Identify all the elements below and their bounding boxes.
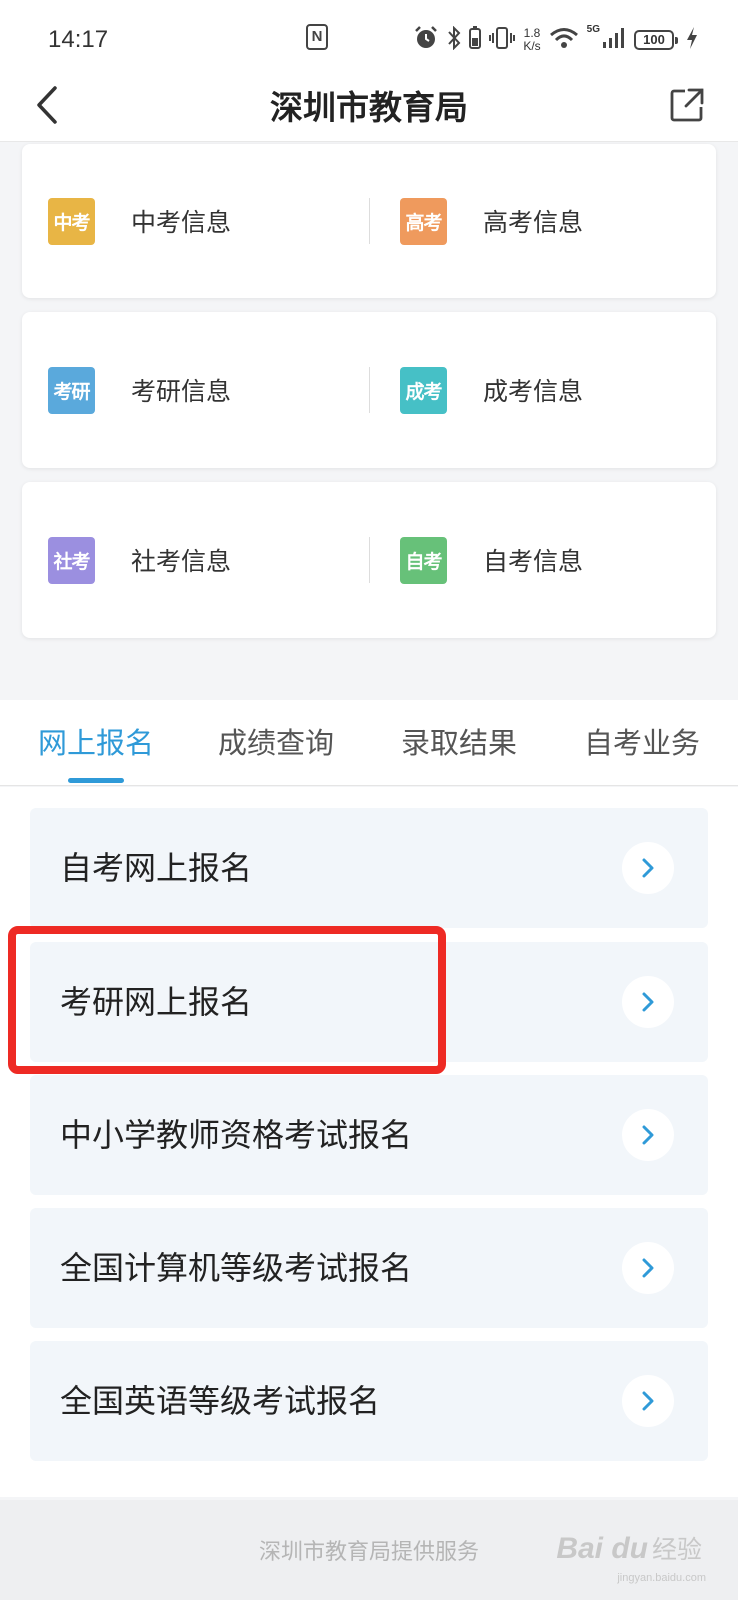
alarm-icon [413,25,439,55]
vibrate-icon [489,26,516,54]
card-divider [369,537,370,583]
watermark-cn: 经验 [651,1535,702,1564]
share-icon [669,87,705,127]
wifi-icon [549,26,579,54]
title-bar: 深圳市教育局 [0,80,738,142]
network-gen: 5G [586,24,600,35]
tab-online-registration[interactable]: 网上报名 [38,700,154,786]
tab-score-query[interactable]: 成绩查询 [218,700,334,786]
highlight-annotation-box [8,926,446,1074]
info-card-label: 考研信息 [131,377,232,406]
info-card-label: 中考信息 [131,208,232,237]
info-card-chengkao[interactable]: 成考 成考信息 [400,312,730,468]
info-card-row-1: 中考 中考信息 高考 高考信息 [22,144,716,298]
tab-self-study-exam[interactable]: 自考业务 [584,700,700,786]
shekao-badge-icon: 社考 [48,536,95,584]
list-item-teacher-qualification-registration[interactable]: 中小学教师资格考试报名 [30,1075,708,1195]
status-bar: 14:17 N 1.8 K/s 5G 100 [0,0,738,80]
registration-list: 自考网上报名 考研网上报名 中小学教师资格考试报名 全国计算机等级考试报名 全国… [0,787,738,1497]
page-title: 深圳市教育局 [270,88,468,127]
tab-bar: 网上报名 成绩查询 录取结果 自考业务 [0,700,738,786]
status-time: 14:17 [48,26,109,53]
list-item-label: 全国英语等级考试报名 [60,1382,381,1420]
list-item-zikao-registration[interactable]: 自考网上报名 [30,808,708,928]
chevron-right-icon [622,976,674,1028]
footer: 深圳市教育局提供服务 Bai du 经验 jingyan.baidu.com [0,1500,738,1600]
battery-saver-icon [469,26,482,54]
list-item-computer-rank-registration[interactable]: 全国计算机等级考试报名 [30,1208,708,1328]
info-card-zikao[interactable]: 自考 自考信息 [400,482,730,638]
info-card-label: 自考信息 [483,547,584,576]
nfc-icon: N [306,24,328,50]
info-card-row-2: 考研 考研信息 成考 成考信息 [22,312,716,468]
status-icons: 1.8 K/s 5G 100 [413,22,698,58]
bluetooth-icon [447,25,461,54]
kaoyan-badge-icon: 考研 [48,366,95,414]
list-item-label: 中小学教师资格考试报名 [60,1116,413,1154]
info-card-label: 社考信息 [131,547,232,576]
chevron-right-icon [622,1375,674,1427]
zhongkao-badge-icon: 中考 [48,197,95,245]
tab-active-indicator [68,778,124,783]
battery-icon: 100 [634,30,678,50]
charging-icon [686,26,698,54]
net-speed-unit: K/s [523,39,541,53]
gaokao-badge-icon: 高考 [400,197,447,245]
info-card-row-3: 社考 社考信息 自考 自考信息 [22,482,716,638]
card-divider [369,198,370,244]
list-item-label: 自考网上报名 [60,849,253,887]
info-card-label: 成考信息 [483,377,584,406]
signal-icon [602,26,626,54]
chengkao-badge-icon: 成考 [400,366,447,414]
watermark-brand: Bai du [556,1532,648,1565]
tab-admission-result[interactable]: 录取结果 [401,700,517,786]
info-card-shekao[interactable]: 社考 社考信息 [48,482,378,638]
info-card-label: 高考信息 [483,208,584,237]
list-item-english-rank-registration[interactable]: 全国英语等级考试报名 [30,1341,708,1461]
chevron-right-icon [622,842,674,894]
list-item-label: 全国计算机等级考试报名 [60,1249,413,1287]
info-card-gaokao[interactable]: 高考 高考信息 [400,144,730,298]
baidu-jingyan-watermark: Bai du 经验 [556,1530,702,1566]
info-card-kaoyan[interactable]: 考研 考研信息 [48,312,378,468]
share-button[interactable] [662,82,712,132]
zikao-badge-icon: 自考 [400,536,447,584]
info-card-zhongkao[interactable]: 中考 中考信息 [48,144,378,298]
net-speed-value: 1.8 [523,26,541,40]
card-divider [369,367,370,413]
chevron-right-icon [622,1242,674,1294]
net-speed: 1.8 K/s [523,27,540,53]
watermark-url: jingyan.baidu.com [617,1572,706,1584]
chevron-right-icon [622,1109,674,1161]
